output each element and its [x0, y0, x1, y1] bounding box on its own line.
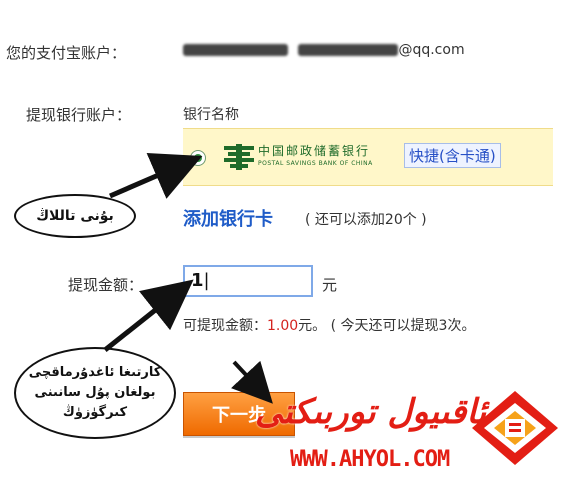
watermark-brand-name: ئاقىيول توربىكتى: [255, 392, 487, 432]
ahyol-logo-icon: [470, 389, 560, 467]
watermark-url: WWW.AHYOL.COM: [290, 447, 450, 472]
arrow-to-bank-radio: [109, 152, 203, 199]
arrow-to-next-button: [231, 360, 273, 404]
arrow-to-amount-input: [103, 279, 194, 352]
